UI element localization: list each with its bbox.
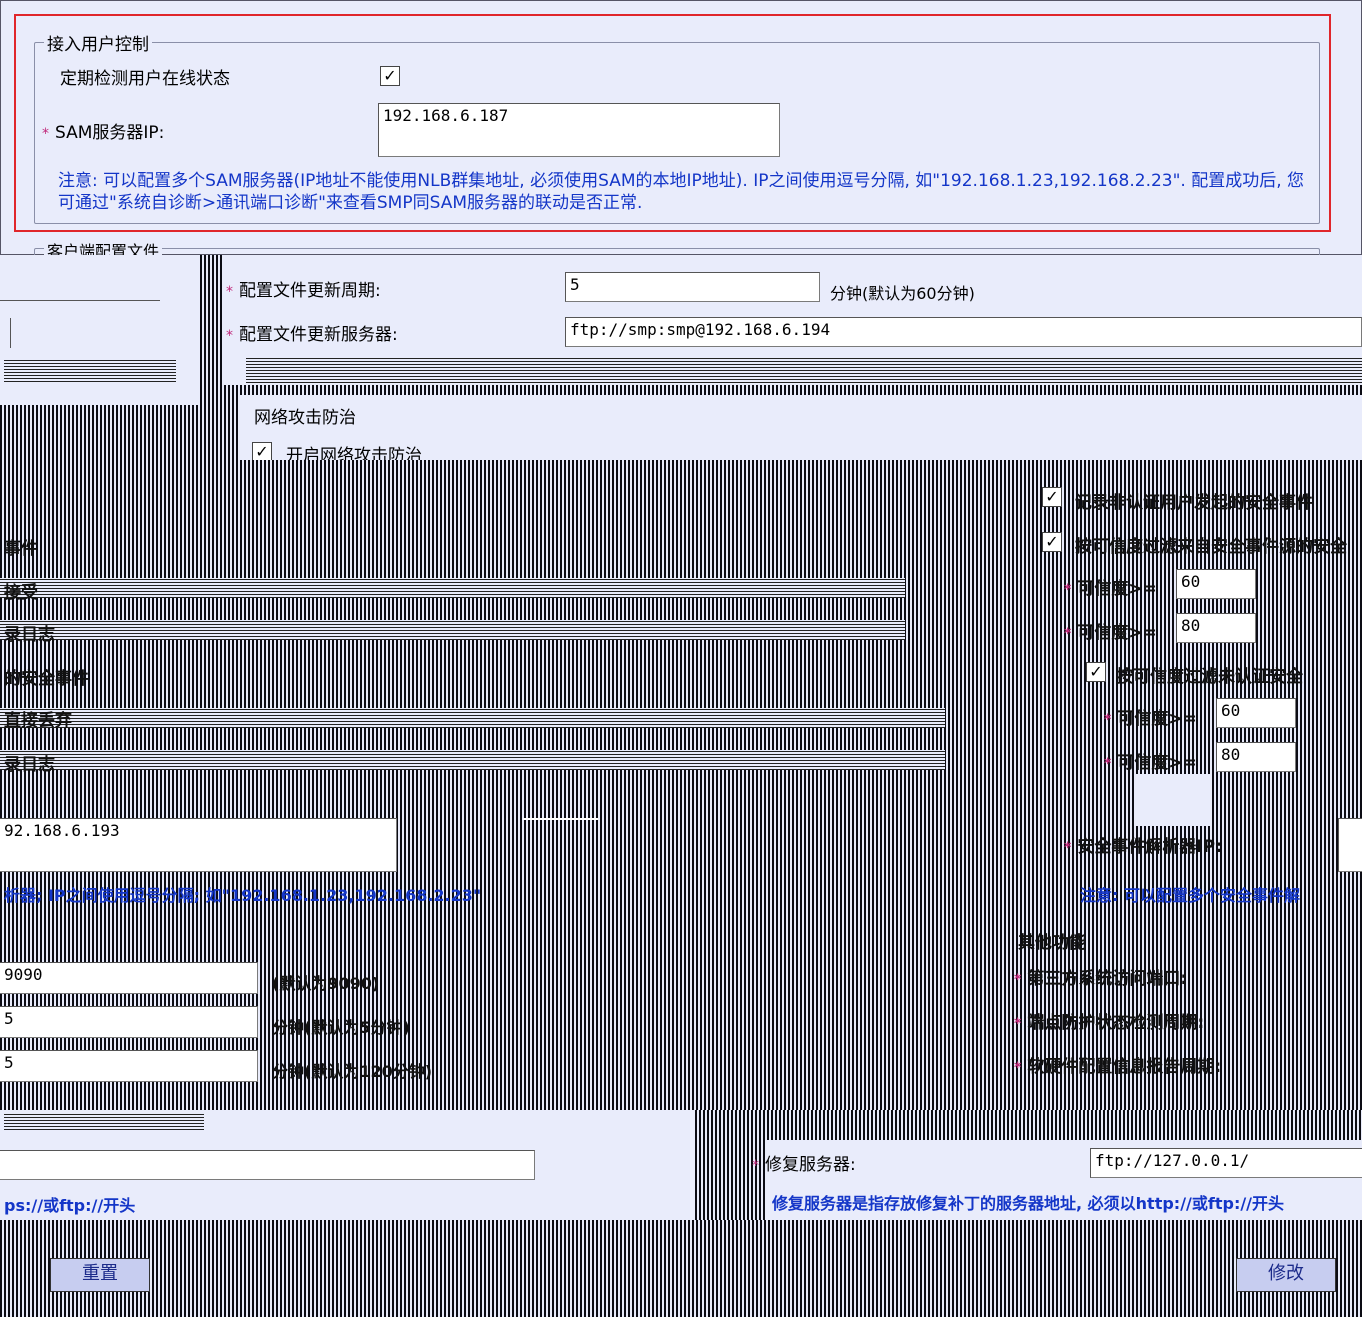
sam-ip-label: * SAM服务器IP: <box>42 123 165 143</box>
endpoint-label: * 端点防护状态检测周期: <box>1014 1013 1205 1033</box>
port-input[interactable]: 9090 <box>0 962 258 994</box>
bottom-left-input[interactable] <box>0 1150 535 1180</box>
left-fragment-3: 录日志 <box>4 625 55 645</box>
left-panel-ghost <box>0 255 200 405</box>
update-server-label: * 配置文件更新服务器: <box>226 325 398 345</box>
access-control-legend: 接入用户控制 <box>44 30 152 55</box>
port-note: (默认为9090) <box>272 974 380 993</box>
bottom-left-note: ps://或ftp://开头 <box>4 1196 136 1215</box>
ghost-line <box>0 300 160 301</box>
filter-label: 按可信度过滤来自安全事件源的安全 <box>1075 537 1347 557</box>
ghost-block <box>1136 774 1212 826</box>
conf4-input[interactable]: 80 <box>1216 742 1296 772</box>
reset-button[interactable]: 重置 <box>50 1258 150 1292</box>
analyzer-ip-label: * 安全事件解析器IP: <box>1064 837 1222 857</box>
period3-input[interactable]: 5 <box>0 1050 258 1082</box>
modify-button[interactable]: 修改 <box>1236 1258 1336 1292</box>
hw-report-label: * 软硬件配置信息报告周期: <box>1014 1057 1222 1077</box>
left-row-3 <box>0 708 945 728</box>
conf4-label: * 可信度>= <box>1104 753 1197 773</box>
conf3-label: * 可信度>= <box>1104 709 1197 729</box>
left-row-2 <box>0 620 905 640</box>
left-row-4 <box>0 750 945 770</box>
required-star-icon: * <box>42 126 49 142</box>
left-fragment-5: 直接丢弃 <box>4 711 72 731</box>
check-online-label: 定期检测用户在线状态 <box>60 69 230 89</box>
period2-input[interactable]: 5 <box>0 1006 258 1038</box>
update-server-input[interactable]: ftp://smp:smp@192.168.6.194 <box>565 317 1362 347</box>
left-fragment-2: 接受 <box>4 583 38 603</box>
update-period-input[interactable]: 5 <box>565 272 820 302</box>
ghost-note-strip <box>4 360 176 382</box>
repair-server-input[interactable]: ftp://127.0.0.1/ <box>1090 1148 1362 1178</box>
left-fragment-6: 录日志 <box>4 755 55 775</box>
repair-note: 修复服务器是指存放修复补丁的服务器地址, 必须以http://或ftp://开头 <box>772 1194 1285 1213</box>
left-fragment-1: 事件 <box>4 539 38 559</box>
network-attack-legend: 网络攻击防治 <box>254 408 356 428</box>
filter2-label: 按可信度过滤未认证安全 <box>1116 667 1303 687</box>
client-config-note-glitch <box>246 357 1362 383</box>
third-party-label: * 第三方系统访问端口: <box>1014 969 1188 989</box>
access-control-note: 注意: 可以配置多个SAM服务器(IP地址不能使用NLB群集地址, 必须使用SA… <box>58 171 1305 213</box>
filter2-checkbox[interactable]: ✓ <box>1086 662 1106 682</box>
other-legend: 其他功能 <box>1018 933 1086 953</box>
period3-note: 分钟(默认为120分钟) <box>272 1062 433 1081</box>
conf1-label: * 可信度>= <box>1064 579 1157 599</box>
ghost-dash <box>523 818 598 820</box>
ghost-line-2 <box>10 318 11 348</box>
update-period-label: * 配置文件更新周期: <box>226 281 381 301</box>
filter-checkbox[interactable]: ✓ <box>1042 532 1062 552</box>
check-online-checkbox[interactable]: ✓ <box>380 66 400 86</box>
network-attack-checkbox[interactable]: ✓ <box>252 442 272 462</box>
left-ip-input[interactable]: 92.168.6.193 <box>0 818 397 872</box>
period2-note: 分钟(默认为5分钟) <box>272 1018 410 1037</box>
analyzer-ip-input[interactable] <box>1338 818 1362 872</box>
repair-server-label: * 修复服务器: <box>752 1155 856 1175</box>
conf1-input[interactable]: 60 <box>1176 569 1256 599</box>
glitch-band-4 <box>0 1220 1362 1317</box>
left-row-1 <box>0 578 905 598</box>
sam-ip-input[interactable]: 192.168.6.187 <box>378 103 780 157</box>
conf2-input[interactable]: 80 <box>1176 613 1256 643</box>
record-unauth-label: 记录非认证用户发起的安全事件 <box>1075 493 1313 513</box>
record-unauth-checkbox[interactable]: ✓ <box>1042 487 1062 507</box>
update-period-unit: 分钟(默认为60分钟) <box>830 284 975 303</box>
ghost-text-strip <box>4 1112 204 1130</box>
left-fragment-4: 的安全事件 <box>4 669 89 689</box>
conf3-input[interactable]: 60 <box>1216 698 1296 728</box>
analyzer-note: 注意: 可以配置多个安全事件解 <box>1080 886 1300 905</box>
left-note: 析器; IP之间使用逗号分隔; 如"192.168.1.23,192.168.2… <box>4 886 482 905</box>
conf2-label: * 可信度>= <box>1064 623 1157 643</box>
